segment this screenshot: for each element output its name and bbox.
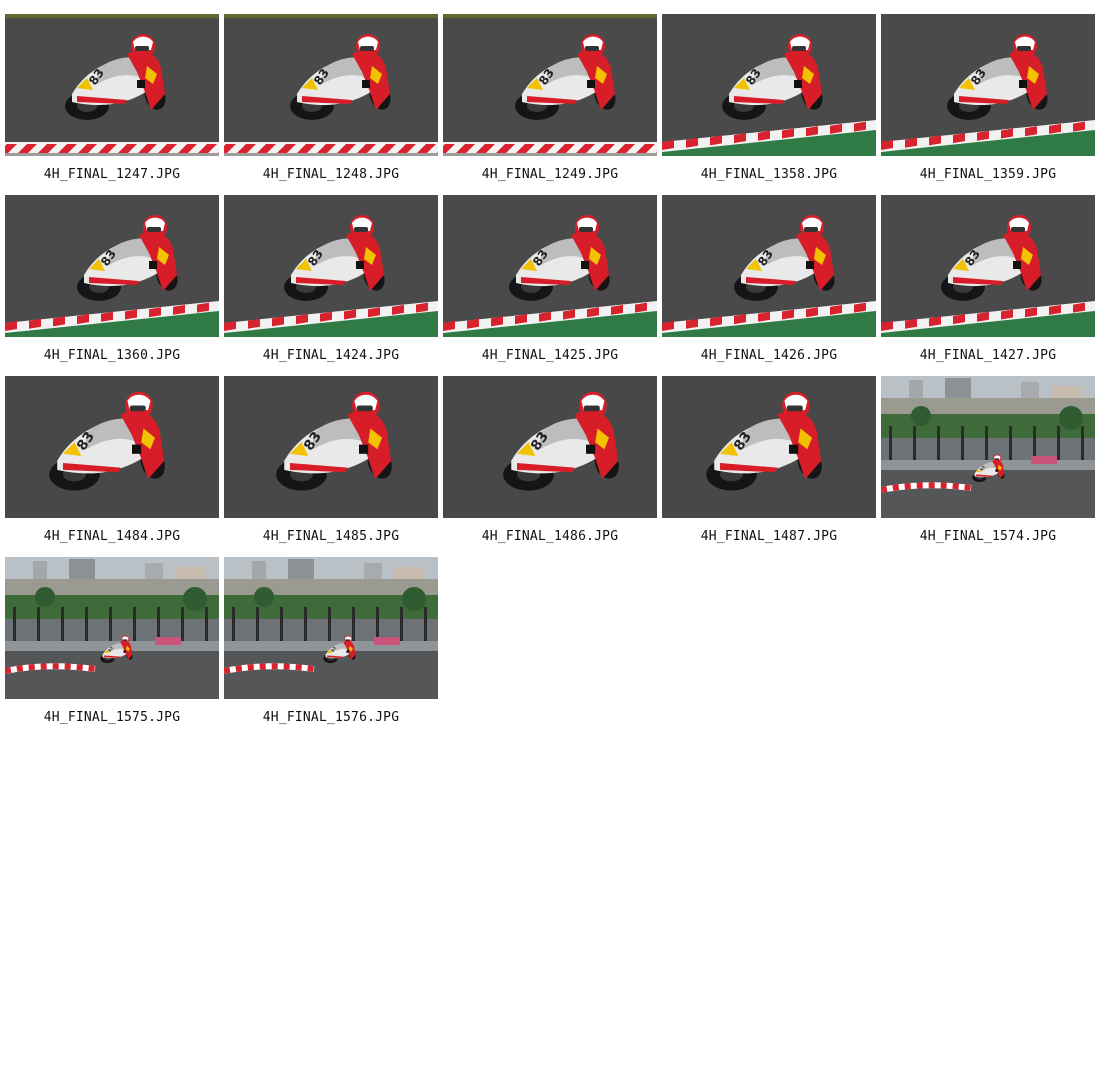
gallery-tile[interactable]: 83 4H_FINAL_1360.JPG [5, 195, 219, 376]
thumbnail-filename[interactable]: 4H_FINAL_1427.JPG [881, 348, 1095, 363]
photo-thumbnail[interactable]: 83 [662, 195, 876, 337]
photo-thumbnail[interactable]: 83 [881, 376, 1095, 518]
thumbnail-filename[interactable]: 4H_FINAL_1575.JPG [5, 710, 219, 725]
photo-thumbnail[interactable]: 83 [881, 195, 1095, 337]
photo-thumbnail[interactable]: 83 [5, 376, 219, 518]
gallery-tile[interactable]: 83 4H_FINAL_1576.JPG [224, 557, 438, 738]
gallery-tile[interactable]: 83 4H_FINAL_1485.JPG [224, 376, 438, 557]
thumbnail-filename[interactable]: 4H_FINAL_1247.JPG [5, 167, 219, 182]
thumbnail-filename[interactable]: 4H_FINAL_1485.JPG [224, 529, 438, 544]
gallery-tile[interactable]: 83 4H_FINAL_1487.JPG [662, 376, 876, 557]
photo-thumbnail[interactable]: 83 [881, 14, 1095, 156]
gallery-tile[interactable]: 83 4H_FINAL_1486.JPG [443, 376, 657, 557]
thumbnail-filename[interactable]: 4H_FINAL_1487.JPG [662, 529, 876, 544]
photo-thumbnail[interactable]: 83 [5, 195, 219, 337]
photo-thumbnail[interactable]: 83 [662, 376, 876, 518]
gallery-tile[interactable]: 83 4H_FINAL_1574.JPG [881, 376, 1095, 557]
gallery-tile[interactable]: 83 4H_FINAL_1424.JPG [224, 195, 438, 376]
gallery-tile[interactable]: 83 4H_FINAL_1248.JPG [224, 14, 438, 195]
photo-thumbnail[interactable]: 83 [224, 557, 438, 699]
photo-thumbnail[interactable]: 83 [224, 14, 438, 156]
photo-thumbnail[interactable]: 83 [662, 14, 876, 156]
photo-thumbnail[interactable]: 83 [443, 195, 657, 337]
thumbnail-filename[interactable]: 4H_FINAL_1249.JPG [443, 167, 657, 182]
gallery-tile[interactable]: 83 4H_FINAL_1426.JPG [662, 195, 876, 376]
thumbnail-filename[interactable]: 4H_FINAL_1426.JPG [662, 348, 876, 363]
gallery-tile[interactable]: 83 4H_FINAL_1427.JPG [881, 195, 1095, 376]
thumbnail-filename[interactable]: 4H_FINAL_1576.JPG [224, 710, 438, 725]
gallery-tile[interactable]: 83 4H_FINAL_1249.JPG [443, 14, 657, 195]
thumbnail-filename[interactable]: 4H_FINAL_1486.JPG [443, 529, 657, 544]
thumbnail-filename[interactable]: 4H_FINAL_1425.JPG [443, 348, 657, 363]
photo-thumbnail[interactable]: 83 [224, 195, 438, 337]
photo-thumbnail[interactable]: 83 [5, 14, 219, 156]
photo-thumbnail[interactable]: 83 [5, 557, 219, 699]
photo-thumbnail[interactable]: 83 [443, 376, 657, 518]
gallery-tile[interactable]: 83 4H_FINAL_1575.JPG [5, 557, 219, 738]
gallery-tile[interactable]: 83 4H_FINAL_1484.JPG [5, 376, 219, 557]
gallery-tile[interactable]: 83 4H_FINAL_1358.JPG [662, 14, 876, 195]
thumbnail-filename[interactable]: 4H_FINAL_1248.JPG [224, 167, 438, 182]
thumbnail-filename[interactable]: 4H_FINAL_1574.JPG [881, 529, 1095, 544]
gallery-tile[interactable]: 83 4H_FINAL_1359.JPG [881, 14, 1095, 195]
photo-thumbnail[interactable]: 83 [443, 14, 657, 156]
thumbnail-filename[interactable]: 4H_FINAL_1358.JPG [662, 167, 876, 182]
thumbnail-filename[interactable]: 4H_FINAL_1484.JPG [5, 529, 219, 544]
thumbnail-filename[interactable]: 4H_FINAL_1360.JPG [5, 348, 219, 363]
gallery-tile[interactable]: 83 4H_FINAL_1247.JPG [5, 14, 219, 195]
thumbnail-filename[interactable]: 4H_FINAL_1359.JPG [881, 167, 1095, 182]
thumbnail-filename[interactable]: 4H_FINAL_1424.JPG [224, 348, 438, 363]
photo-thumbnail[interactable]: 83 [224, 376, 438, 518]
thumbnail-gallery: 83 4H_FINAL_1247.JPG 83 4H_FINAL_1248.JP… [5, 14, 1095, 738]
gallery-tile[interactable]: 83 4H_FINAL_1425.JPG [443, 195, 657, 376]
